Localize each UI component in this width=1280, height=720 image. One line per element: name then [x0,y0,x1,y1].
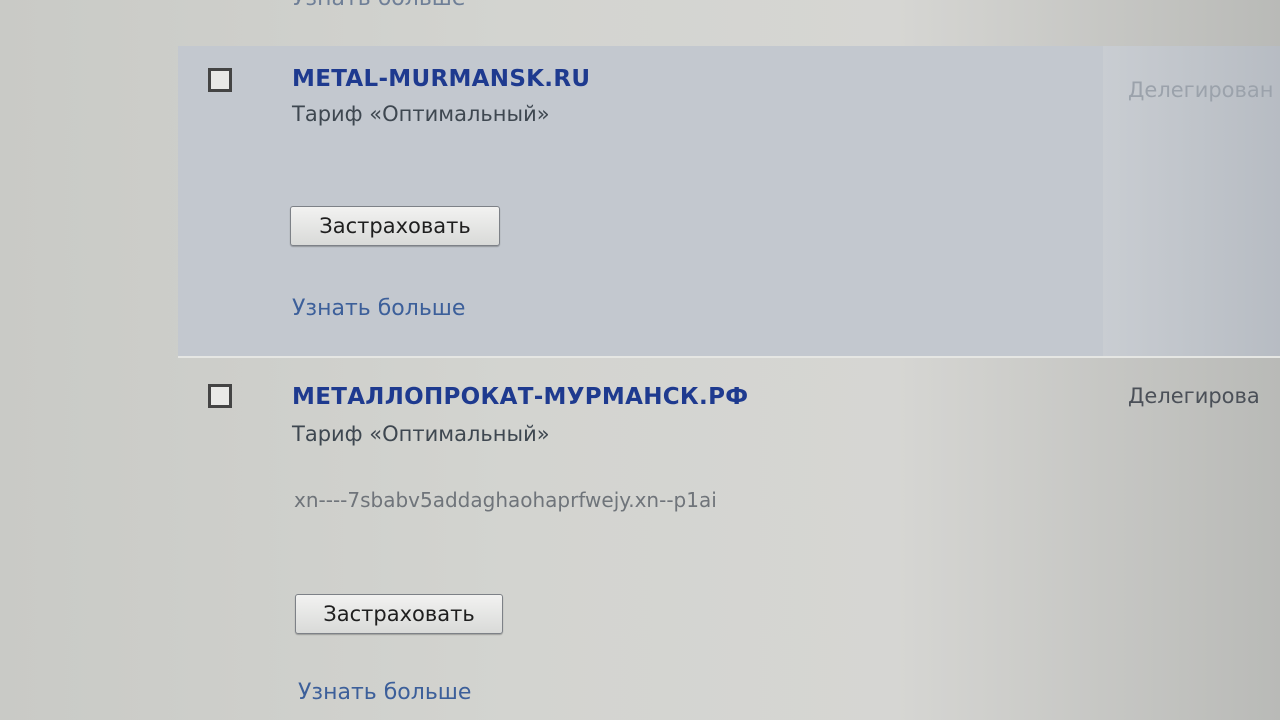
tariff-label: Тариф «Оптимальный» [292,102,550,126]
more-link[interactable]: Узнать больше [298,680,471,705]
punycode-label: xn----7sbabv5addaghaohaprfwejy.xn--p1ai [294,488,717,512]
domain-list-page: Узнать больше METAL-MURMANSK.RU Тариф «О… [0,0,1280,720]
domain-name-link[interactable]: METAL-MURMANSK.RU [292,66,590,92]
domain-name-link[interactable]: МЕТАЛЛОПРОКАТ-МУРМАНСК.РФ [292,384,748,410]
more-link[interactable]: Узнать больше [292,296,465,321]
domain-row: МЕТАЛЛОПРОКАТ-МУРМАНСК.РФ Тариф «Оптимал… [178,358,1280,720]
tariff-label: Тариф «Оптимальный» [292,422,550,446]
domain-checkbox[interactable] [208,68,232,92]
more-link-previous[interactable]: Узнать больше [292,0,465,11]
insure-button[interactable]: Застраховать [290,206,500,246]
domain-row: METAL-MURMANSK.RU Тариф «Оптимальный» За… [178,46,1280,356]
delegation-status: Делегирован [1128,78,1274,102]
delegation-status: Делегирова [1128,384,1260,408]
domain-checkbox[interactable] [208,384,232,408]
insure-button[interactable]: Застраховать [295,594,503,634]
